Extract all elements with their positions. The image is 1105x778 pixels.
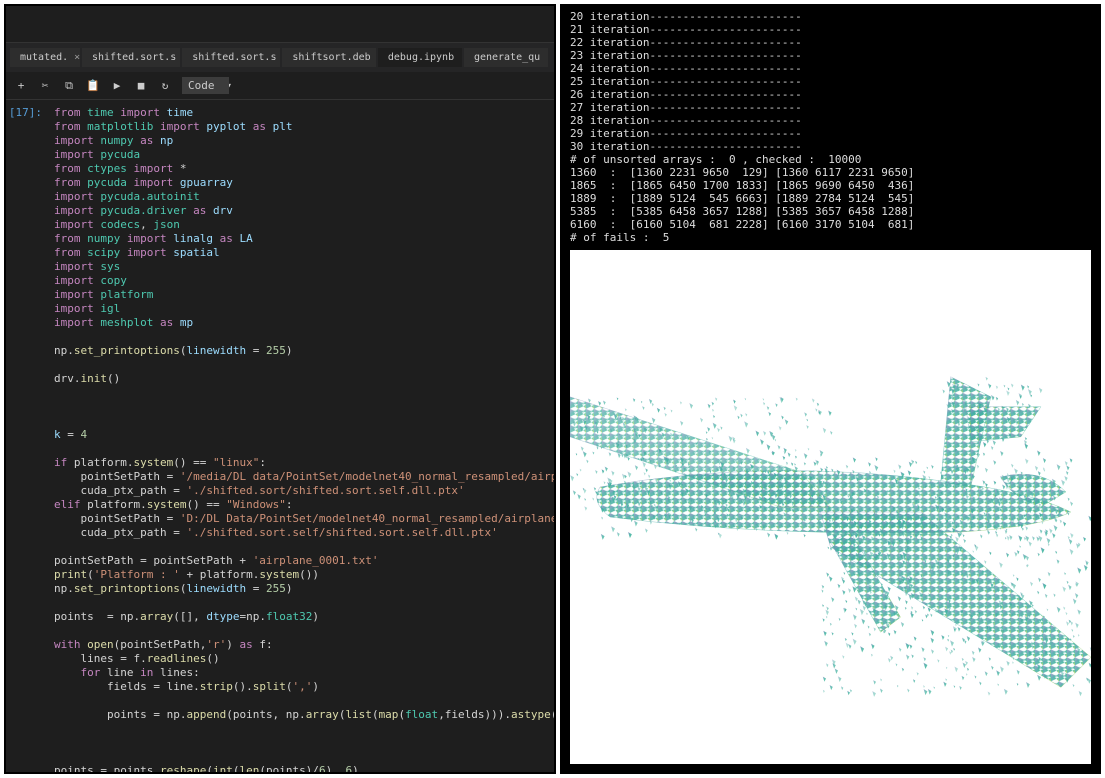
tab-shiftsort-deb[interactable]: shiftsort.deb bbox=[282, 48, 375, 67]
tab-mutated[interactable]: mutated. × bbox=[10, 48, 80, 67]
cell-type-label: Code bbox=[188, 79, 215, 92]
notebook-toolbar: + ✂ ⧉ 📋 ▶ ■ ↻ Code ▾ bbox=[6, 72, 554, 100]
tab-shifted-2[interactable]: shifted.sort.s × bbox=[182, 48, 280, 67]
add-cell-icon[interactable]: + bbox=[14, 79, 28, 93]
editor-panel: mutated. × shifted.sort.s × shifted.sort… bbox=[4, 4, 556, 774]
tab-generate-qu[interactable]: generate_qu bbox=[464, 48, 548, 67]
tab-label: debug.ipynb bbox=[388, 52, 454, 63]
exec-count: [17]: bbox=[6, 100, 46, 772]
close-icon[interactable]: × bbox=[74, 52, 80, 63]
tab-debug-ipynb[interactable]: debug.ipynb bbox=[378, 48, 462, 67]
tab-label: shifted.sort.s bbox=[192, 52, 276, 63]
copy-icon[interactable]: ⧉ bbox=[62, 79, 76, 93]
tab-shifted-1[interactable]: shifted.sort.s × bbox=[82, 48, 180, 67]
paste-icon[interactable]: 📋 bbox=[86, 79, 100, 93]
tab-label: mutated. bbox=[20, 52, 68, 63]
code-cell: [17]: from time import time from matplot… bbox=[6, 100, 554, 772]
tab-bar: mutated. × shifted.sort.s × shifted.sort… bbox=[6, 42, 554, 72]
cell-type-select[interactable]: Code bbox=[182, 77, 229, 94]
cut-icon[interactable]: ✂ bbox=[38, 79, 52, 93]
stop-icon[interactable]: ■ bbox=[134, 79, 148, 93]
run-icon[interactable]: ▶ bbox=[110, 79, 124, 93]
console-output: 20 iteration----------------------- 21 i… bbox=[562, 6, 1099, 248]
pointcloud-plot bbox=[570, 250, 1091, 764]
restart-icon[interactable]: ↻ bbox=[158, 79, 172, 93]
tab-label: generate_qu bbox=[474, 52, 540, 63]
tab-label: shiftsort.deb bbox=[292, 52, 370, 63]
tab-label: shifted.sort.s bbox=[92, 52, 176, 63]
code-editor[interactable]: from time import time from matplotlib im… bbox=[46, 100, 554, 772]
output-panel: 20 iteration----------------------- 21 i… bbox=[560, 4, 1101, 774]
plot-output bbox=[570, 250, 1091, 764]
